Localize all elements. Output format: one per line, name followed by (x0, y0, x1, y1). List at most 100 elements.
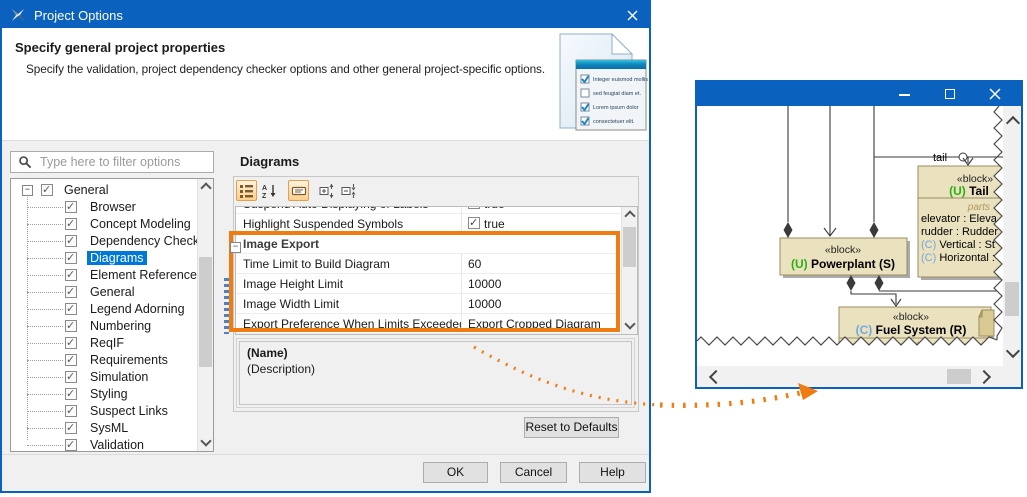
checkbox-checked-icon[interactable] (468, 216, 480, 229)
collapse-expander-icon[interactable]: − (22, 185, 33, 196)
close-icon[interactable] (989, 88, 1001, 100)
checkbox-checked-icon[interactable] (65, 387, 77, 400)
sidebar-item-label[interactable]: General (61, 183, 111, 197)
property-cell[interactable]: Time Limit to Build Diagram (236, 254, 462, 273)
close-icon[interactable] (621, 6, 643, 24)
sidebar-item-label[interactable]: Legend Adorning (87, 302, 188, 316)
value-cell[interactable]: 10000 (463, 274, 620, 293)
checkbox-checked-icon[interactable] (65, 217, 77, 230)
sidebar-item-legend-adorning[interactable]: Legend Adorning (11, 301, 213, 318)
scroll-down-icon[interactable] (200, 435, 212, 447)
table-row[interactable]: Export Preference When Limits Exceeded E… (236, 314, 620, 334)
sidebar-item-label[interactable]: Styling (87, 387, 131, 401)
sidebar-item-label[interactable]: ReqIF (87, 336, 127, 350)
categorized-view-icon[interactable] (236, 180, 257, 201)
scrollbar-thumb[interactable] (1005, 282, 1019, 316)
reset-to-defaults-button[interactable]: Reset to Defaults (524, 417, 619, 438)
sidebar-item-label[interactable]: Numbering (87, 319, 154, 333)
sidebar-item-label[interactable]: Simulation (87, 370, 151, 384)
sidebar-item-diagrams[interactable]: Diagrams (11, 250, 213, 267)
sidebar-item-browser[interactable]: Browser (11, 199, 213, 216)
value-cell[interactable]: true (463, 214, 620, 233)
scrollbar-thumb[interactable] (947, 369, 971, 384)
value-cell[interactable]: 10000 (463, 294, 620, 313)
property-cell[interactable]: Export Preference When Limits Exceeded (236, 314, 462, 333)
property-cell[interactable]: Image Height Limit (236, 274, 462, 293)
sidebar-item-element-references[interactable]: Element References (11, 267, 213, 284)
sidebar-item-dependency-checker[interactable]: Dependency Checker (11, 233, 213, 250)
value-cell[interactable]: true (463, 207, 620, 213)
options-tree[interactable]: − General Browser Concept Modeling Depen… (10, 178, 214, 452)
checkbox-checked-icon[interactable] (65, 353, 77, 366)
filter-input[interactable] (38, 154, 212, 170)
sidebar-item-validation[interactable]: Validation (11, 437, 213, 451)
help-button[interactable]: Help (579, 462, 646, 483)
scroll-up-icon[interactable] (624, 210, 636, 222)
diagram-canvas[interactable]: «block» (U) Tail parts elevator : Eleva … (697, 106, 1003, 366)
checkbox-checked-icon[interactable] (65, 251, 77, 264)
collapse-group-icon[interactable] (338, 180, 359, 201)
checkbox-checked-icon[interactable] (65, 421, 77, 434)
tree-scrollbar[interactable] (197, 179, 213, 451)
property-cell[interactable]: Highlight Suspended Symbols (236, 214, 462, 233)
tail-block[interactable]: «block» (U) Tail parts elevator : Eleva … (917, 165, 1003, 280)
sidebar-item-styling[interactable]: Styling (11, 386, 213, 403)
group-label[interactable]: Image Export (236, 234, 620, 251)
sidebar-item-requirements[interactable]: Requirements (11, 352, 213, 369)
splitter-handle[interactable] (224, 278, 229, 334)
powerplant-block[interactable]: «block» (U) Powerplant (S) (779, 237, 910, 278)
sidebar-item-concept-modeling[interactable]: Concept Modeling (11, 216, 213, 233)
sidebar-item-suspect-links[interactable]: Suspect Links (11, 403, 213, 420)
checkbox-checked-icon[interactable] (65, 404, 77, 417)
sidebar-item-label[interactable]: SysML (87, 421, 131, 435)
checkbox-checked-icon[interactable] (65, 285, 77, 298)
preview-vertical-scrollbar[interactable] (1003, 106, 1021, 366)
value-cell[interactable]: Export Cropped Diagram (463, 314, 620, 333)
checkbox-checked-icon[interactable] (65, 302, 77, 315)
checkbox-checked-icon[interactable] (65, 268, 77, 281)
table-scrollbar[interactable] (621, 207, 637, 334)
sort-alphabetically-icon[interactable]: A Z (258, 180, 279, 201)
ok-button[interactable]: OK (423, 462, 488, 483)
sidebar-item-label[interactable]: Suspect Links (87, 404, 171, 418)
sidebar-item-label[interactable]: Element References (87, 268, 206, 282)
sidebar-item-label[interactable]: Requirements (87, 353, 171, 367)
checkbox-checked-icon[interactable] (65, 200, 77, 213)
preview-horizontal-scrollbar[interactable] (697, 366, 1003, 387)
sidebar-item-numbering[interactable]: Numbering (11, 318, 213, 335)
property-cell[interactable]: Image Width Limit (236, 294, 462, 313)
sidebar-item-label[interactable]: Concept Modeling (87, 217, 194, 231)
value-cell[interactable]: 60 (463, 254, 620, 273)
group-expander-icon[interactable]: − (230, 242, 241, 253)
table-row[interactable]: Image Width Limit 10000 (236, 294, 620, 314)
checkbox-checked-icon[interactable] (468, 207, 480, 209)
scroll-right-icon[interactable] (976, 369, 992, 385)
scroll-down-icon[interactable] (624, 318, 636, 330)
sidebar-item-simulation[interactable]: Simulation (11, 369, 213, 386)
expand-group-icon[interactable] (316, 180, 337, 201)
checkbox-checked-icon[interactable] (65, 336, 77, 349)
sidebar-item-label[interactable]: Browser (87, 200, 139, 214)
sidebar-item-reqif[interactable]: ReqIF (11, 335, 213, 352)
checkbox-checked-icon[interactable] (65, 319, 77, 332)
sidebar-item-label-selected[interactable]: Diagrams (87, 251, 147, 265)
scroll-left-icon[interactable] (708, 369, 724, 385)
checkbox-checked-icon[interactable] (65, 370, 77, 383)
cancel-button[interactable]: Cancel (500, 462, 567, 483)
scrollbar-thumb[interactable] (199, 257, 212, 367)
show-description-icon[interactable] (288, 180, 309, 201)
checkbox-checked-icon[interactable] (65, 234, 77, 247)
scroll-down-icon[interactable] (1005, 343, 1021, 359)
checkbox-checked-icon[interactable] (65, 438, 77, 451)
scrollbar-thumb[interactable] (623, 227, 636, 267)
dialog-titlebar[interactable]: Project Options (2, 2, 649, 28)
filter-options-box[interactable] (10, 151, 214, 173)
maximize-icon[interactable] (945, 89, 955, 99)
table-row[interactable]: Image Height Limit 10000 (236, 274, 620, 294)
sidebar-item-general[interactable]: General (11, 284, 213, 301)
scroll-up-icon[interactable] (200, 182, 212, 194)
sidebar-item-general-root[interactable]: − General (11, 182, 213, 199)
table-group-row[interactable]: Image Export (236, 234, 620, 254)
table-row[interactable]: Highlight Suspended Symbols true (236, 214, 620, 234)
table-row[interactable]: Time Limit to Build Diagram 60 (236, 254, 620, 274)
